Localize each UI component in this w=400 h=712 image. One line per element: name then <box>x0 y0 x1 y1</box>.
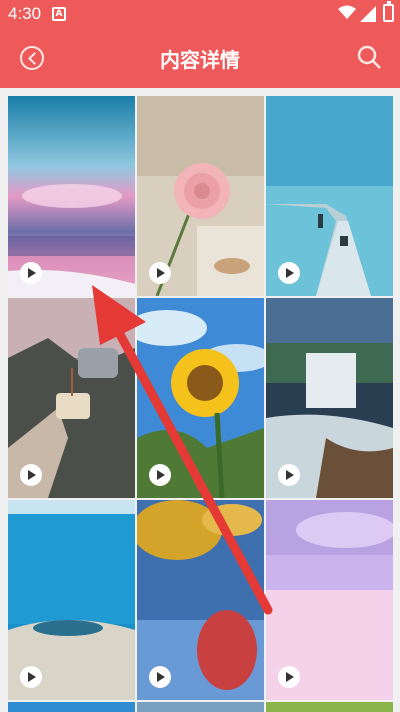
grid-item-tea-cup-pour[interactable] <box>8 298 135 498</box>
play-icon[interactable] <box>149 262 171 284</box>
grid-item-blue-lake[interactable] <box>8 500 135 700</box>
status-time: 4:30 <box>8 4 42 23</box>
page-title: 内容详情 <box>160 48 240 72</box>
wifi-icon <box>338 5 356 19</box>
content-grid <box>8 96 394 712</box>
app-header: 4:30 A 内容详情 <box>0 0 400 88</box>
play-icon[interactable] <box>149 666 171 688</box>
grid-item-pink-flower[interactable] <box>137 96 264 296</box>
play-icon[interactable] <box>20 262 42 284</box>
play-icon[interactable] <box>278 464 300 486</box>
grid-item-partial <box>137 702 264 712</box>
grid-item-waterfall[interactable] <box>266 298 393 498</box>
battery-icon <box>383 1 394 22</box>
grid-item-sunflower[interactable] <box>137 298 264 498</box>
grid-item-pink-sea[interactable] <box>266 500 393 700</box>
status-bar: 4:30 A <box>0 0 400 28</box>
play-icon[interactable] <box>149 464 171 486</box>
search-icon[interactable] <box>356 44 382 70</box>
play-icon[interactable] <box>278 262 300 284</box>
navbar: 内容详情 <box>0 28 400 88</box>
grid-item-yellow-red-leaves[interactable] <box>137 500 264 700</box>
grid-item-partial <box>8 702 135 712</box>
grid-item-partial <box>266 702 393 712</box>
play-icon[interactable] <box>278 666 300 688</box>
notification-badge-icon: A <box>52 7 66 21</box>
play-icon[interactable] <box>20 666 42 688</box>
signal-icon <box>360 6 376 22</box>
grid-item-pink-sunset-ocean[interactable] <box>8 96 135 296</box>
grid-item-pier-sea[interactable] <box>266 96 393 296</box>
play-icon[interactable] <box>20 464 42 486</box>
